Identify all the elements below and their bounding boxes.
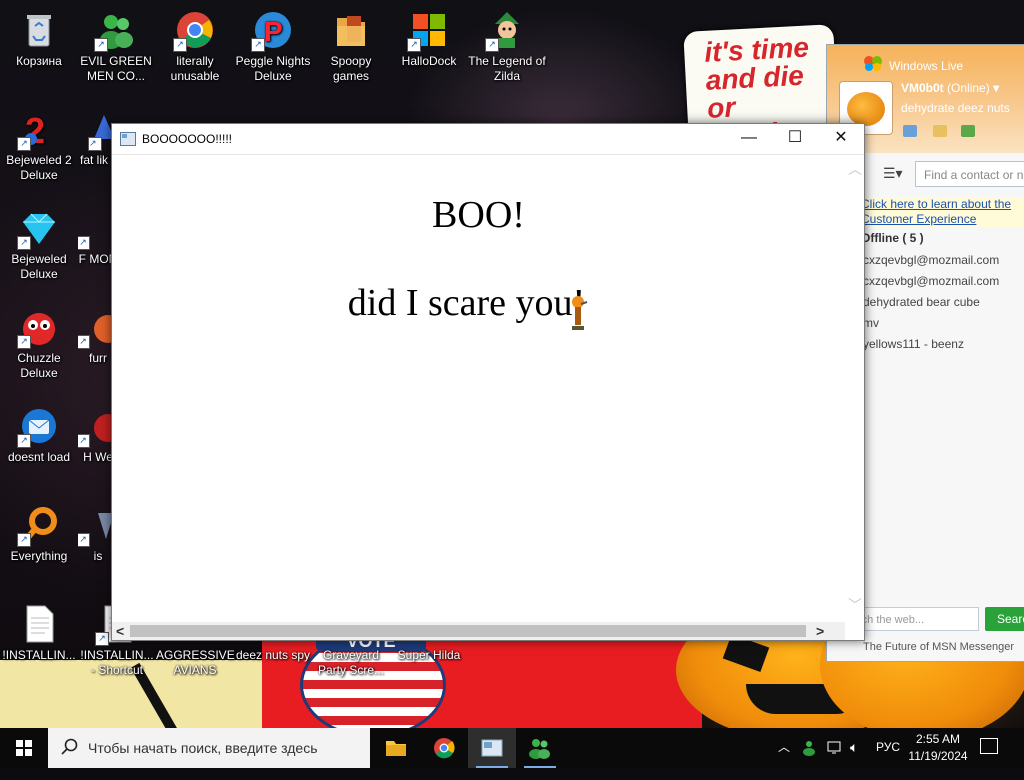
msn-username: VM0b0t [901, 81, 944, 95]
msn-personal-message[interactable]: dehydrate deez nuts [901, 101, 1010, 115]
bejeweled-2-icon: 2 ↗ [17, 109, 59, 151]
chrome-icon [434, 738, 455, 759]
volume-icon[interactable]: 🔈︎ [850, 739, 858, 779]
window-titlebar[interactable]: BOOOOOOO!!!!! — ☐ ✕ [112, 124, 864, 155]
mail-icon[interactable] [903, 125, 917, 137]
desktop-icon-evil-green-men[interactable]: ↗ EVIL GREEN MEN CO... [77, 4, 155, 84]
desktop-icon-peggle[interactable]: P ↗ Peggle Nights Deluxe [234, 4, 312, 84]
desktop-icon-chuzzle[interactable]: ↗ Chuzzle Deluxe [0, 301, 78, 381]
desktop-icon-installing[interactable]: !INSTALLIN... [0, 598, 78, 663]
contact-item[interactable]: cxzqevbgl@mozmail.com [850, 253, 999, 267]
desktop-icon-recycle-bin[interactable]: Корзина [0, 4, 78, 69]
desktop-icon-bejeweled-2[interactable]: 2 ↗ Bejeweled 2 Deluxe [0, 103, 78, 183]
desktop-icon-thunderbird[interactable]: ↗ doesnt load [0, 400, 78, 465]
taskbar-file-explorer[interactable] [372, 728, 420, 768]
notification-center-icon[interactable] [980, 738, 998, 754]
windows-start-icon [16, 740, 32, 756]
scare-text: did I scare you! [347, 282, 586, 324]
svg-text:P: P [264, 16, 283, 47]
minimize-button[interactable]: — [726, 124, 772, 154]
taskbar-boo-window[interactable] [468, 728, 516, 768]
contact-item[interactable]: cxzqevbgl@mozmail.com [850, 274, 999, 288]
tray-overflow-icon[interactable]: ︿ [778, 738, 790, 778]
network-icon[interactable] [826, 740, 844, 780]
boo-window: BOOOOOOO!!!!! — ☐ ✕ BOO! did I scare you… [111, 123, 865, 641]
msn-user-status[interactable]: VM0b0t (Online) ▾ [901, 81, 999, 95]
chuzzle-icon: ↗ [17, 307, 59, 349]
desktop-icon-hallodock[interactable]: ↗ HalloDock [390, 4, 468, 69]
web-search-input[interactable]: rch the web... [849, 607, 979, 631]
zilda-character-icon: ↗ [485, 10, 527, 52]
mouse-cursor-icon [572, 296, 588, 330]
everything-search-icon: ↗ [17, 505, 59, 547]
boo-heading: BOO! [432, 194, 525, 236]
vertical-scrollbar[interactable]: ︿ ﹀ [846, 155, 864, 621]
desktop-icon-chrome[interactable]: ↗ literally unusable [156, 4, 234, 84]
close-button[interactable]: ✕ [818, 124, 864, 154]
desktop-icon-everything[interactable]: ↗ Everything [0, 499, 78, 564]
window-app-icon [120, 132, 136, 146]
msn-title: Windows Live [889, 59, 964, 73]
find-contact-input[interactable]: Find a contact or n [915, 161, 1024, 187]
taskbar-msn[interactable] [516, 728, 564, 768]
recycle-bin-icon [19, 10, 59, 50]
scroll-down-icon[interactable]: ﹀ [848, 595, 862, 615]
peggle-icon: P ↗ [251, 10, 293, 52]
contact-item[interactable]: yellows111 - beenz [851, 337, 964, 351]
search-icon [61, 738, 78, 755]
taskbar-search[interactable]: Чтобы начать поиск, введите здесь [48, 728, 370, 768]
msn-buddies-icon: ↗ [94, 10, 136, 52]
contact-item[interactable]: dehydrated bear cube [851, 295, 980, 309]
window-content: BOO! did I scare you! [112, 155, 845, 621]
desktop-icon-bejeweled[interactable]: ↗ Bejeweled Deluxe [0, 202, 78, 282]
msn-footer-text: The Future of MSN Messenger [863, 641, 1015, 653]
maximize-button[interactable]: ☐ [772, 124, 818, 154]
desktop-icon-spoopy-games[interactable]: Spoopy games [312, 4, 390, 84]
thunderbird-icon: ↗ [17, 406, 59, 448]
text-file-icon [19, 604, 59, 644]
customer-experience-link[interactable]: Click here to learn about the Customer E… [861, 197, 1024, 227]
file-explorer-icon [386, 741, 406, 756]
scroll-right-icon[interactable]: > [816, 622, 824, 640]
msn-tray-icon[interactable] [800, 739, 820, 779]
spaces-icon[interactable] [961, 125, 975, 137]
offline-group-header[interactable]: Offline ( 5 ) [861, 231, 924, 245]
taskbar-clock[interactable]: 2:55 AM 11/19/2024 [904, 731, 972, 765]
taskbar: Чтобы начать поиск, введите здесь ︿ 🔈︎ Р… [0, 728, 1024, 768]
scrollbar-thumb[interactable] [130, 625, 806, 637]
msn-status: (Online) [947, 81, 990, 95]
clock-time: 2:55 AM [915, 732, 961, 746]
scroll-left-icon[interactable]: < [116, 622, 124, 640]
scroll-up-icon[interactable]: ︿ [848, 159, 862, 179]
chrome-icon: ↗ [173, 10, 215, 52]
msn-butterfly-icon [864, 56, 882, 71]
language-indicator[interactable]: РУС [876, 740, 900, 780]
list-view-icon[interactable]: ☰▾ [883, 165, 903, 182]
taskbar-chrome[interactable] [420, 728, 468, 768]
contact-item[interactable]: mv [851, 316, 879, 330]
web-search-button[interactable]: Search [985, 607, 1024, 631]
start-button[interactable] [0, 728, 48, 768]
chevron-down-icon: ▾ [993, 81, 1000, 95]
windows-logo-icon: ↗ [407, 10, 449, 52]
msn-buddies-icon [529, 739, 550, 759]
window-title: BOOOOOOO!!!!! [142, 132, 233, 146]
folder-icon [331, 10, 371, 50]
horizontal-scrollbar[interactable]: < > [112, 622, 845, 640]
desktop-icon-legend-of-zilda[interactable]: ↗ The Legend of Zilda [468, 4, 546, 84]
folder-icon[interactable] [933, 125, 947, 137]
taskbar-search-placeholder: Чтобы начать поиск, введите здесь [88, 740, 318, 756]
diamond-icon: ↗ [17, 208, 59, 250]
clock-date: 11/19/2024 [908, 749, 968, 763]
window-app-icon [481, 739, 503, 757]
